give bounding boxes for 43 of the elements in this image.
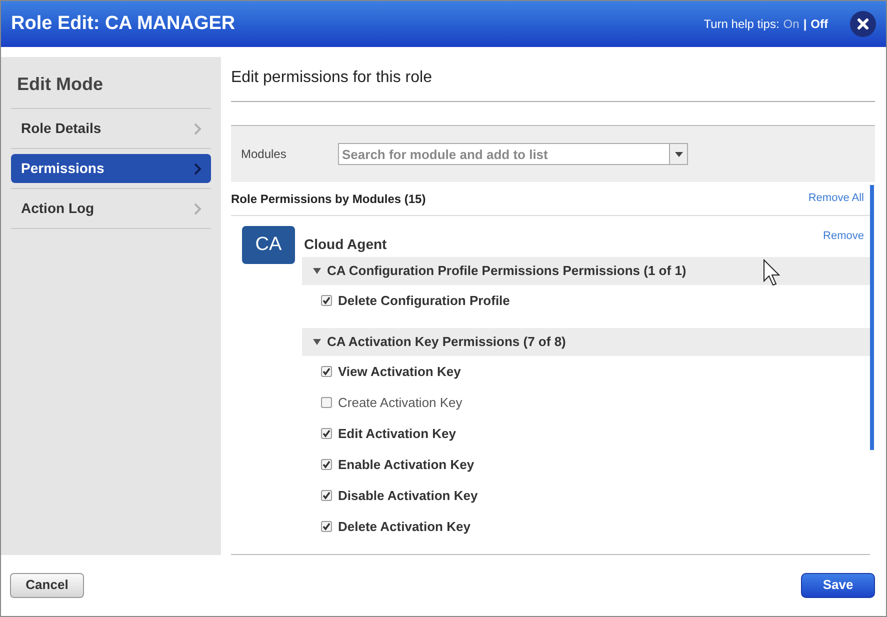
permission-label: Create Activation Key: [338, 394, 462, 412]
checkbox[interactable]: [321, 490, 332, 501]
checkbox[interactable]: [321, 459, 332, 470]
permission-label: Delete Configuration Profile: [338, 292, 510, 310]
module-badge: CA: [242, 226, 295, 264]
help-tips-toggle[interactable]: Off: [810, 15, 828, 33]
permission-label: Delete Activation Key: [338, 518, 470, 536]
permission-label: View Activation Key: [338, 362, 461, 381]
mouse-cursor-icon: [763, 259, 783, 287]
sidebar-item[interactable]: Action Log: [11, 194, 211, 223]
permission-label: Enable Activation Key: [338, 456, 474, 474]
chevron-icon: [194, 122, 201, 134]
window-title: Role Edit: CA MANAGER: [11, 12, 236, 36]
help-tips-label: Turn help tips:: [704, 16, 780, 33]
permission-label: Disable Activation Key: [338, 486, 478, 505]
checkbox[interactable]: [321, 397, 332, 408]
sidebar-title: Edit Mode: [11, 57, 211, 109]
sidebar-item[interactable]: Role Details: [11, 114, 211, 143]
permission-group-header[interactable]: CA Configuration Profile Permissions Permissions (1 of 1): [302, 257, 870, 285]
chevron-icon: [194, 202, 201, 214]
close-icon: [857, 18, 869, 30]
cancel-button[interactable]: Cancel: [10, 572, 84, 598]
checkbox[interactable]: [321, 428, 332, 439]
module-name: Cloud Agent: [304, 235, 387, 254]
save-button[interactable]: Save: [801, 572, 875, 598]
close-button[interactable]: [850, 11, 876, 37]
section-title: Role Permissions by Modules (15): [231, 190, 426, 208]
checkbox[interactable]: [321, 521, 332, 532]
dropdown-button[interactable]: [670, 143, 688, 165]
permission-group-header[interactable]: CA Activation Key Permissions (7 of 8): [302, 328, 870, 356]
remove-all-link[interactable]: Remove All: [808, 190, 864, 207]
chevron-icon: [194, 162, 201, 174]
sidebar-item[interactable]: Permissions: [11, 154, 211, 183]
section-heading: Edit permissions for this role: [231, 57, 875, 102]
module-search-field[interactable]: Search for module and add to list: [338, 143, 670, 165]
separator: |: [803, 16, 807, 33]
permission-label: Edit Activation Key: [338, 424, 456, 443]
dropdown-arrow-icon: [674, 152, 682, 156]
checkbox[interactable]: [321, 366, 332, 377]
field-label: Modules: [241, 146, 288, 163]
scrollbar-thumb[interactable]: [870, 185, 874, 450]
remove-link[interactable]: Remove: [823, 228, 864, 244]
checkbox[interactable]: [321, 295, 332, 306]
